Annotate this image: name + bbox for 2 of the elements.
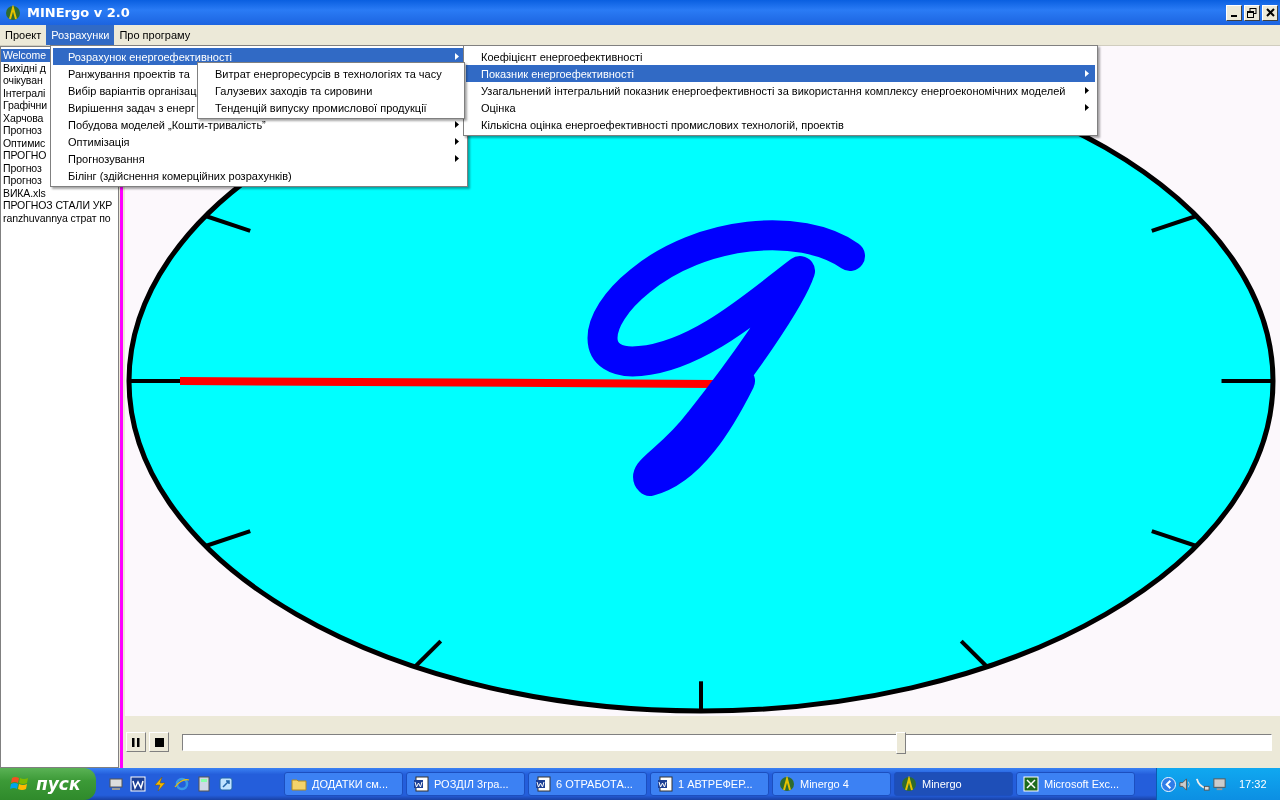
window-title: MINErgo v 2.0: [27, 5, 131, 20]
clock: 17:32: [1239, 778, 1267, 790]
